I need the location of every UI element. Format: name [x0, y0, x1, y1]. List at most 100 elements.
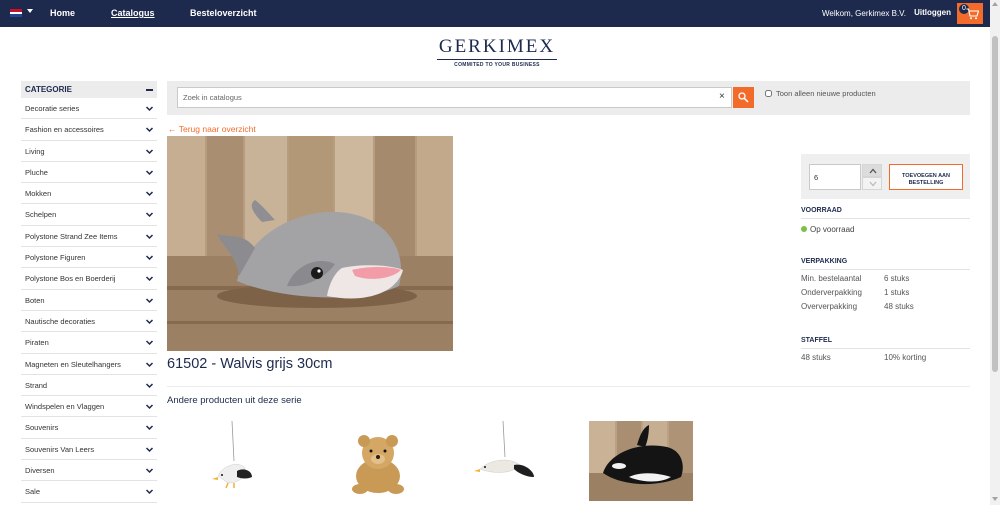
- in-stock-dot-icon: [801, 226, 807, 232]
- packaging-row: Onderverpakking 1 stuks: [801, 288, 970, 298]
- nav-orders-link[interactable]: Besteloverzicht: [190, 8, 257, 18]
- related-product-seagull-flying[interactable]: [458, 421, 562, 501]
- sidebar-category-item[interactable]: Souvenirs Van Leers: [21, 439, 157, 461]
- chevron-down-icon[interactable]: [145, 168, 154, 177]
- sidebar-category-label: Diversen: [25, 466, 55, 476]
- logout-link[interactable]: Uitloggen: [914, 8, 951, 17]
- search-icon: [738, 92, 749, 103]
- sidebar-category-label: Souvenirs Van Leers: [25, 444, 95, 454]
- quantity-decrease-button[interactable]: [862, 177, 882, 190]
- cart-button[interactable]: 0: [957, 3, 983, 24]
- sidebar-category-item[interactable]: Boten: [21, 290, 157, 311]
- add-to-order-button[interactable]: TOEVOEGEN AAN BESTELLING: [889, 164, 963, 190]
- chevron-up-icon: [869, 168, 877, 174]
- chevron-down-icon[interactable]: [145, 253, 154, 262]
- scrollbar-thumb[interactable]: [992, 36, 998, 372]
- sidebar-category-item[interactable]: Polystone Strand Zee Items: [21, 226, 157, 248]
- chevron-down-icon[interactable]: [145, 487, 154, 496]
- chevron-down-icon[interactable]: [145, 381, 154, 390]
- new-products-filter[interactable]: Toon alleen nieuwe producten: [765, 89, 876, 98]
- collapse-minus-icon[interactable]: [146, 89, 153, 91]
- logo-divider: [437, 59, 557, 60]
- new-products-label: Toon alleen nieuwe producten: [776, 89, 876, 98]
- nav-catalog-link[interactable]: Catalogus: [111, 8, 155, 18]
- sidebar-category-label: Schelpen: [25, 210, 57, 220]
- sidebar-category-item[interactable]: Mokken: [21, 183, 157, 205]
- scroll-down-arrow-icon[interactable]: [992, 497, 998, 501]
- quantity-input[interactable]: [809, 164, 861, 190]
- sidebar-category-item[interactable]: Sale: [21, 481, 157, 503]
- sidebar-category-item[interactable]: Souvenirs: [21, 417, 157, 439]
- logo-name: GERKIMEX: [438, 36, 556, 57]
- chevron-down-icon[interactable]: [145, 104, 154, 113]
- staffel-row-label: 48 stuks: [801, 353, 831, 362]
- nav-home-link[interactable]: Home: [50, 8, 75, 18]
- chevron-down-icon[interactable]: [145, 445, 154, 454]
- chevron-down-icon[interactable]: [145, 338, 154, 347]
- related-product-teddy-bear[interactable]: [326, 421, 430, 501]
- sidebar-category-item[interactable]: Windspelen en Vlaggen: [21, 396, 157, 418]
- category-header[interactable]: CATEGORIE: [21, 81, 157, 98]
- quantity-increase-button[interactable]: [862, 164, 882, 177]
- chevron-down-icon[interactable]: [145, 189, 154, 198]
- sidebar-category-label: Nautische decoraties: [25, 316, 96, 326]
- sidebar-category-label: Polystone Figuren: [25, 253, 86, 263]
- search-input[interactable]: [177, 87, 732, 108]
- sidebar-category-item[interactable]: Polystone Figuren: [21, 247, 157, 269]
- category-sidebar: CATEGORIE Decoratie series Fashion en acc…: [21, 81, 157, 503]
- flying-seagull-image: [458, 421, 562, 501]
- quantity-stepper[interactable]: [862, 164, 882, 190]
- company-logo[interactable]: GERKIMEX COMMITED TO YOUR BUSINESS: [390, 36, 604, 68]
- sidebar-category-item[interactable]: Fashion en accessoires: [21, 119, 157, 141]
- chevron-down-icon[interactable]: [145, 466, 154, 475]
- chevron-down-icon[interactable]: [145, 296, 154, 305]
- chevron-down-icon[interactable]: [145, 317, 154, 326]
- sidebar-category-item[interactable]: Piraten: [21, 332, 157, 354]
- stock-status-label: Op voorraad: [810, 225, 855, 234]
- sidebar-category-label: Strand: [25, 380, 48, 390]
- chevron-down-icon[interactable]: [145, 125, 154, 134]
- stock-status: Op voorraad: [801, 225, 970, 234]
- packaging-row-label: Onderverpakking: [801, 288, 862, 297]
- new-products-checkbox[interactable]: [765, 90, 772, 97]
- stock-heading: VOORRAAD: [801, 207, 970, 219]
- seagull-plush-image: [182, 421, 286, 501]
- sidebar-category-item[interactable]: Schelpen: [21, 204, 157, 226]
- chevron-down-icon[interactable]: [145, 274, 154, 283]
- clear-search-icon[interactable]: ×: [719, 91, 725, 103]
- related-product-seagull-hanging[interactable]: [182, 421, 286, 501]
- sidebar-category-label: Windspelen en Vlaggen: [25, 402, 105, 412]
- cart-icon: [966, 8, 979, 20]
- sidebar-category-label: Decoratie series: [25, 104, 80, 113]
- back-to-overview-link[interactable]: ← Terug naar overzicht: [168, 124, 256, 134]
- sidebar-category-item[interactable]: Living: [21, 141, 157, 162]
- sidebar-category-item[interactable]: Diversen: [21, 460, 157, 482]
- top-nav-bar: Home Catalogus Besteloverzicht Welkom, G…: [0, 0, 990, 27]
- chevron-down-icon[interactable]: [145, 147, 154, 156]
- related-product-orca-plush[interactable]: [589, 421, 693, 501]
- sidebar-category-item[interactable]: Nautische decoraties: [21, 311, 157, 333]
- product-image[interactable]: [167, 136, 453, 351]
- sidebar-category-item[interactable]: Decoratie series: [21, 98, 157, 120]
- sidebar-category-item[interactable]: Strand: [21, 375, 157, 397]
- chevron-down-icon[interactable]: [145, 402, 154, 411]
- sidebar-category-item[interactable]: Polystone Bos en Boerderij: [21, 268, 157, 290]
- language-caret-icon[interactable]: [27, 9, 33, 13]
- chevron-down-icon[interactable]: [145, 423, 154, 432]
- chevron-down-icon[interactable]: [145, 210, 154, 219]
- chevron-down-icon[interactable]: [145, 360, 154, 369]
- search-button[interactable]: [733, 87, 754, 108]
- dutch-flag-icon[interactable]: [10, 9, 22, 17]
- sidebar-category-item[interactable]: Magneten en Sleutelhangers: [21, 354, 157, 375]
- sidebar-category-item[interactable]: Pluche: [21, 162, 157, 184]
- page-scrollbar[interactable]: [990, 0, 1000, 505]
- staffel-section: STAFFEL 48 stuks 10% korting: [801, 337, 970, 363]
- scroll-up-arrow-icon[interactable]: [992, 2, 998, 6]
- chevron-down-icon[interactable]: [145, 232, 154, 241]
- category-title: CATEGORIE: [25, 85, 72, 94]
- whale-plush-image: [167, 136, 453, 351]
- sidebar-category-label: Fashion en accessoires: [25, 125, 104, 135]
- chevron-down-icon: [869, 181, 877, 187]
- sidebar-category-label: Mokken: [25, 189, 52, 199]
- welcome-text: Welkom, Gerkimex B.V.: [821, 9, 906, 18]
